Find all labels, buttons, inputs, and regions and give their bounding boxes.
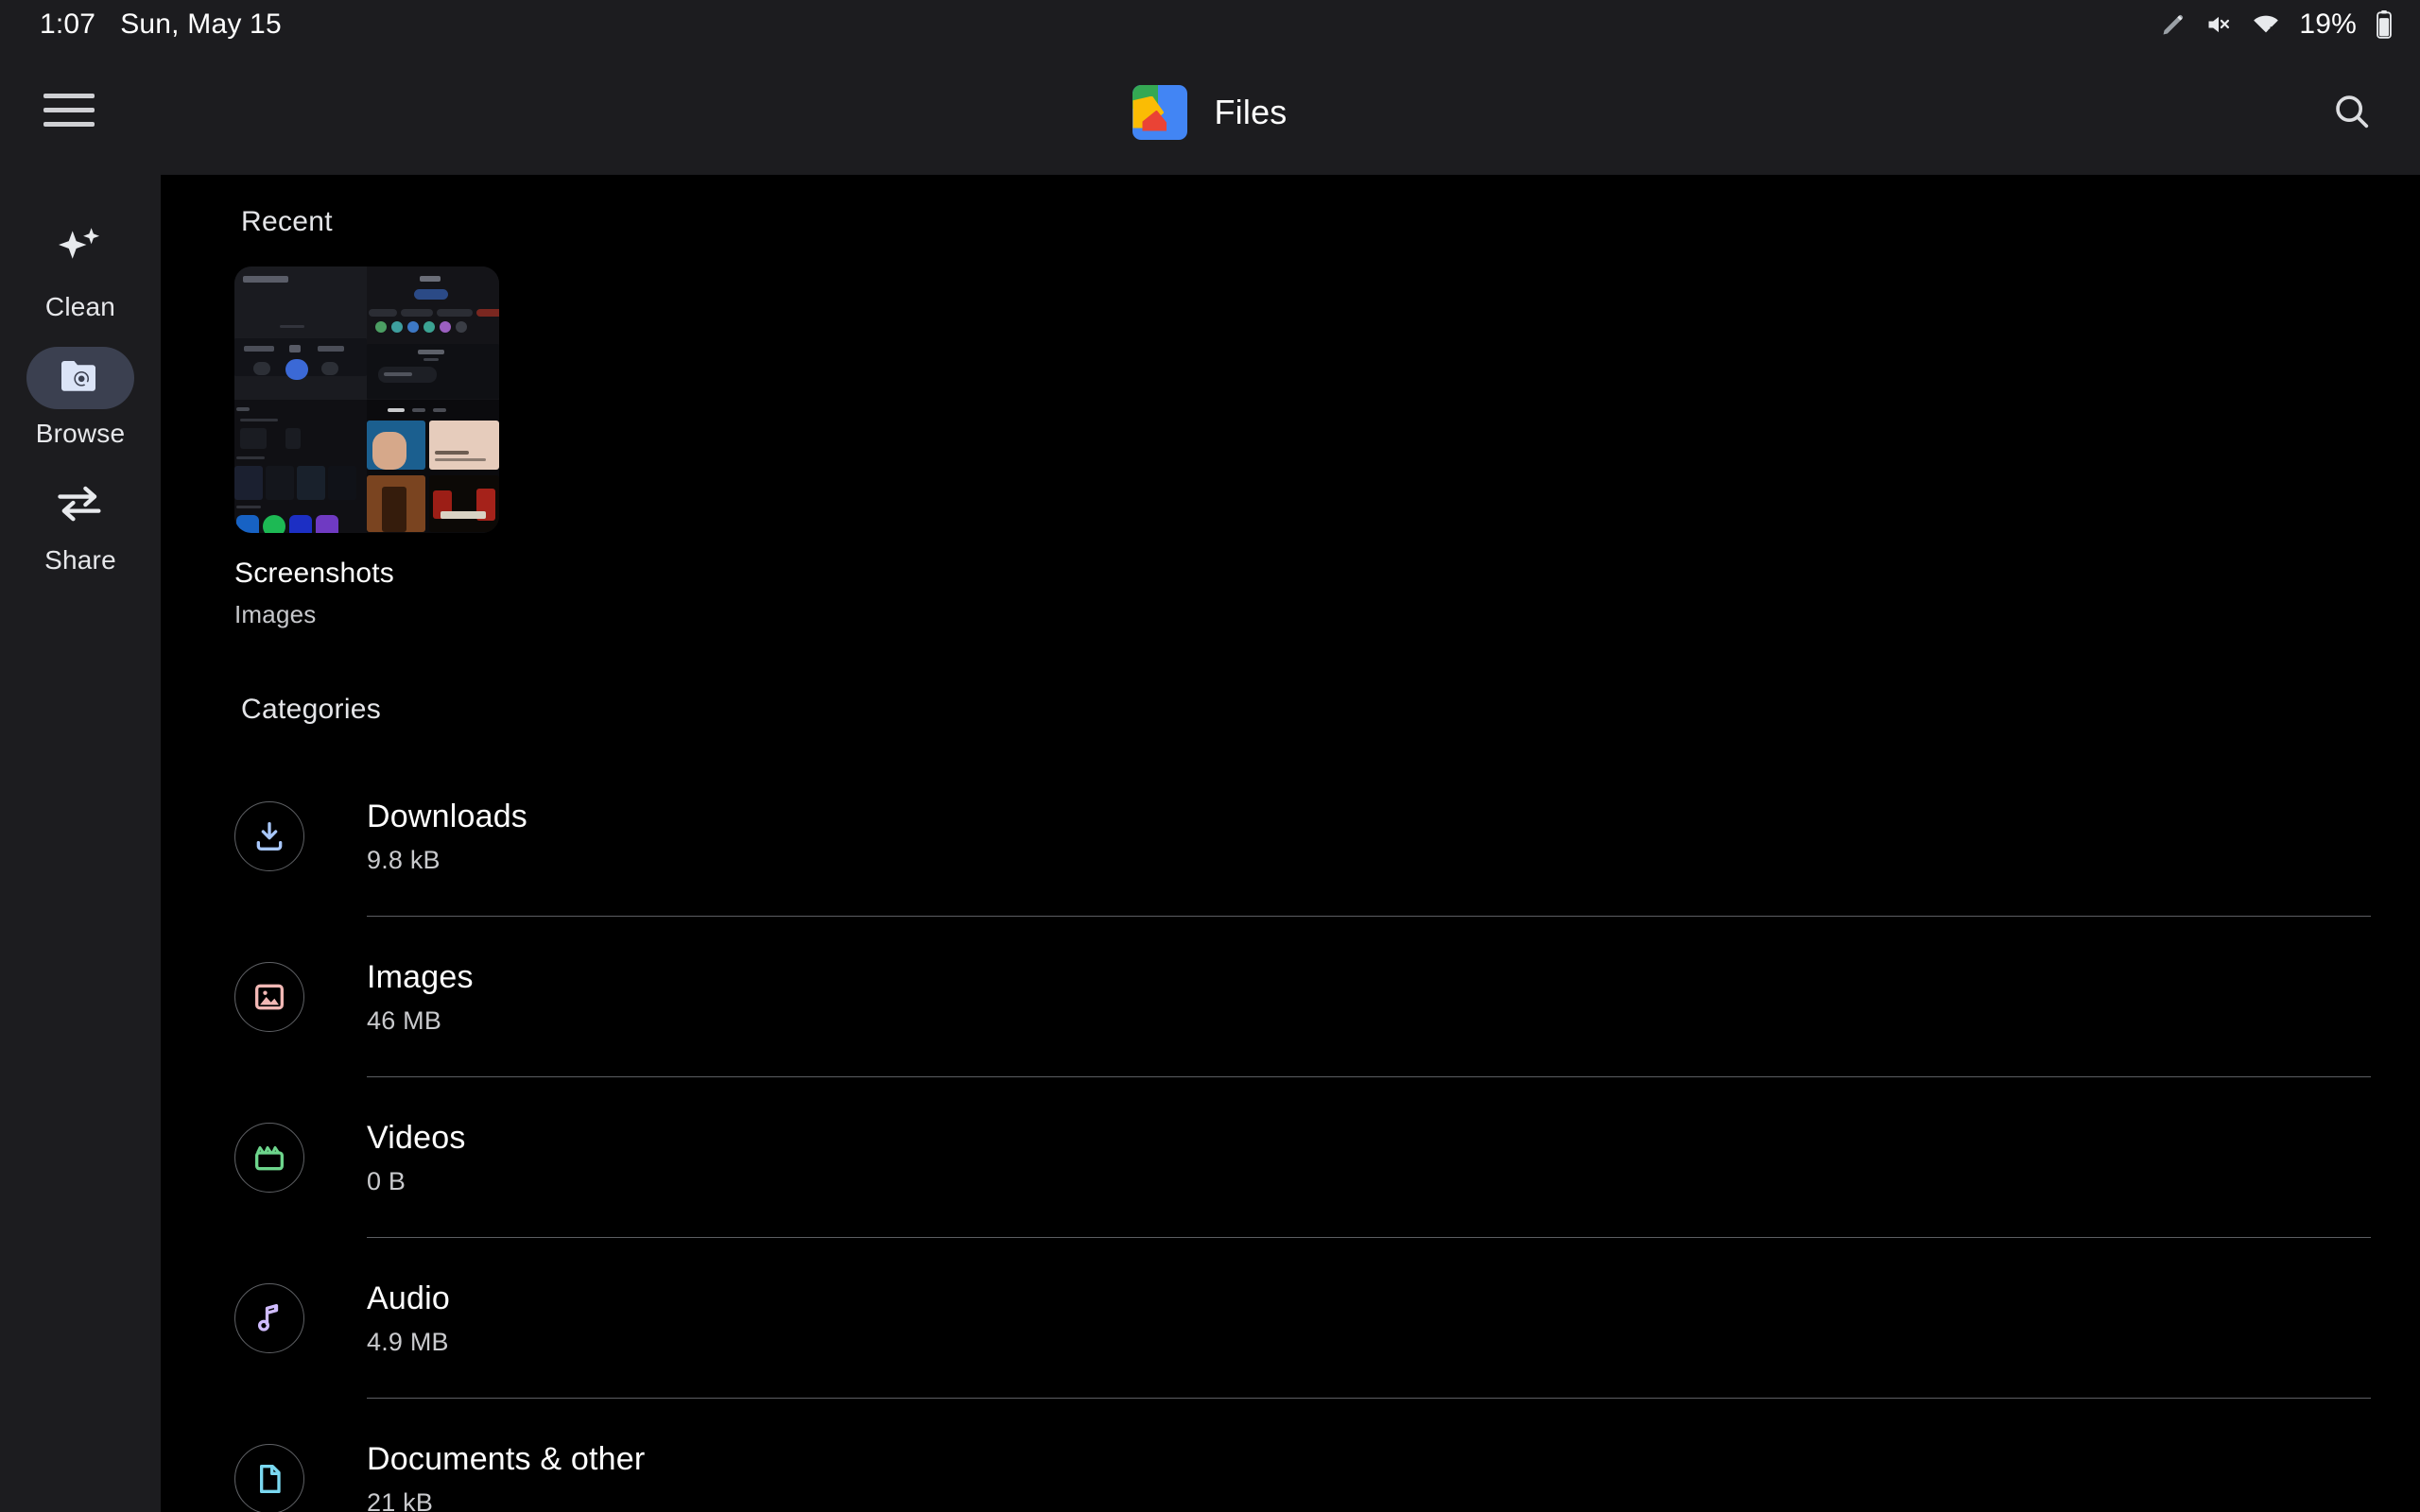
search-icon[interactable]	[2325, 85, 2378, 138]
category-text: Images 46 MB	[367, 959, 474, 1036]
category-row-images[interactable]: Images 46 MB	[161, 917, 2420, 1077]
app-title: Files	[1214, 92, 1288, 131]
categories-section-title: Categories	[241, 694, 382, 725]
recent-item-thumbnail[interactable]	[234, 266, 499, 533]
volume-muted-icon	[2204, 11, 2233, 38]
category-size: 0 B	[367, 1166, 406, 1195]
battery-icon	[2375, 10, 2394, 39]
rail-icon-browse	[26, 347, 134, 409]
app-bar: Files	[0, 49, 2420, 175]
rail-label-share: Share	[44, 545, 116, 575]
category-row-downloads[interactable]: Downloads 9.8 kB	[161, 756, 2420, 917]
app-bar-title-group: Files	[0, 49, 2420, 175]
share-arrows-icon	[54, 481, 107, 529]
video-icon	[234, 1123, 304, 1193]
categories-list: Downloads 9.8 kB Images 46 MB Videos 0 B…	[161, 756, 2420, 1512]
category-text: Videos 0 B	[367, 1120, 466, 1196]
rail-label-browse: Browse	[35, 419, 126, 448]
wifi-icon	[2251, 11, 2281, 38]
category-size: 4.9 MB	[367, 1327, 449, 1356]
main-content: Recent Screenshots Images Categories Dow…	[161, 175, 2420, 1512]
thumbnail-quadrant	[367, 266, 499, 400]
recent-item-subtitle: Images	[234, 600, 317, 628]
recent-item-name: Screenshots	[234, 558, 394, 589]
category-text: Documents & other 21 kB	[367, 1441, 645, 1512]
image-icon	[234, 962, 304, 1032]
category-row-audio[interactable]: Audio 4.9 MB	[161, 1238, 2420, 1399]
rail-icon-clean	[26, 220, 134, 283]
recent-items-row: Screenshots Images	[234, 266, 2420, 629]
status-date: Sun, May 15	[120, 9, 282, 40]
category-name: Images	[367, 958, 474, 995]
category-name: Videos	[367, 1119, 466, 1156]
document-icon	[234, 1444, 304, 1512]
status-bar-right: 19%	[2160, 9, 2394, 41]
category-name: Audio	[367, 1280, 450, 1316]
category-text: Audio 4.9 MB	[367, 1280, 450, 1357]
category-name: Downloads	[367, 798, 528, 834]
category-size: 9.8 kB	[367, 845, 441, 874]
thumbnail-quadrant	[234, 266, 367, 400]
rail-label-clean: Clean	[44, 292, 116, 321]
thumbnail-quadrant	[367, 400, 499, 533]
rail-item-clean[interactable]: Clean	[0, 220, 161, 322]
rail-item-browse[interactable]: Browse	[0, 347, 161, 449]
rail-item-share[interactable]: Share	[0, 473, 161, 576]
category-size: 21 kB	[367, 1487, 434, 1512]
status-bar: 1:07 Sun, May 15 19%	[0, 0, 2420, 49]
category-text: Downloads 9.8 kB	[367, 799, 527, 875]
status-bar-left: 1:07 Sun, May 15	[40, 9, 282, 41]
files-by-google-logo	[1132, 84, 1188, 140]
navigation-rail: Clean Browse Share	[0, 175, 161, 1512]
category-name: Documents & other	[367, 1440, 646, 1477]
stylus-icon	[2160, 11, 2187, 38]
rail-icon-share	[26, 473, 134, 536]
recent-section-title: Recent	[241, 206, 333, 237]
category-size: 46 MB	[367, 1005, 442, 1035]
thumbnail-quadrant	[234, 400, 367, 533]
download-icon	[234, 801, 304, 871]
status-time: 1:07	[40, 9, 96, 40]
music-note-icon	[234, 1283, 304, 1353]
battery-percent: 19%	[2299, 9, 2357, 40]
sparkle-icon	[53, 226, 108, 278]
category-row-documents[interactable]: Documents & other 21 kB	[161, 1399, 2420, 1512]
folder-search-icon	[58, 355, 103, 402]
category-row-videos[interactable]: Videos 0 B	[161, 1077, 2420, 1238]
